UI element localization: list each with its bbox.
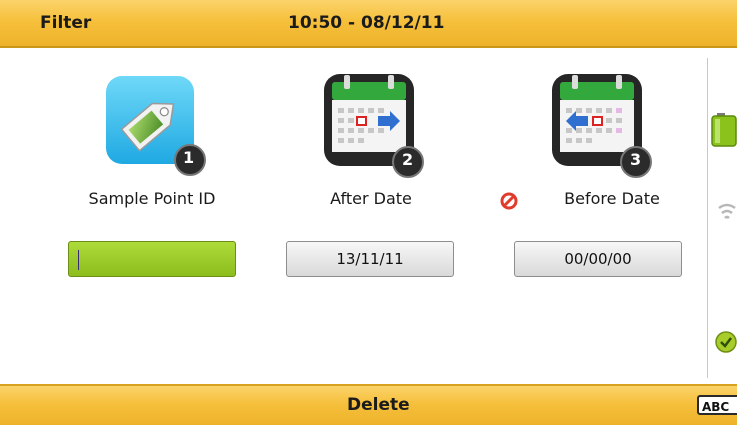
badge-number: 2 [402, 150, 414, 169]
filter-label: Before Date [564, 189, 660, 208]
checkmark-icon [714, 330, 737, 358]
sample-point-id-input[interactable] [68, 241, 236, 277]
calendar-back-icon[interactable]: 3 [548, 70, 658, 180]
delete-button[interactable]: Delete [347, 395, 410, 415]
badge-number: 1 [183, 148, 195, 167]
badge-number: 3 [630, 150, 642, 169]
title-bar: Filter 10:50 - 08/12/11 [0, 0, 737, 48]
side-divider [707, 58, 708, 378]
after-date-field[interactable]: 13/11/11 [286, 241, 454, 277]
action-bar: Delete ABC [0, 384, 737, 425]
battery-icon [710, 112, 737, 152]
text-caret [78, 250, 79, 270]
filter-label: Sample Point ID [88, 189, 216, 208]
input-mode-button[interactable]: ABC [697, 395, 737, 415]
datetime-display: 10:50 - 08/12/11 [288, 13, 445, 33]
calendar-forward-icon[interactable]: 2 [320, 70, 430, 180]
filter-label: After Date [330, 189, 412, 208]
screen-title: Filter [40, 13, 92, 33]
disabled-icon[interactable] [500, 192, 518, 210]
wifi-icon [717, 200, 737, 232]
before-date-field[interactable]: 00/00/00 [514, 241, 682, 277]
tag-icon[interactable]: 1 [102, 70, 212, 180]
